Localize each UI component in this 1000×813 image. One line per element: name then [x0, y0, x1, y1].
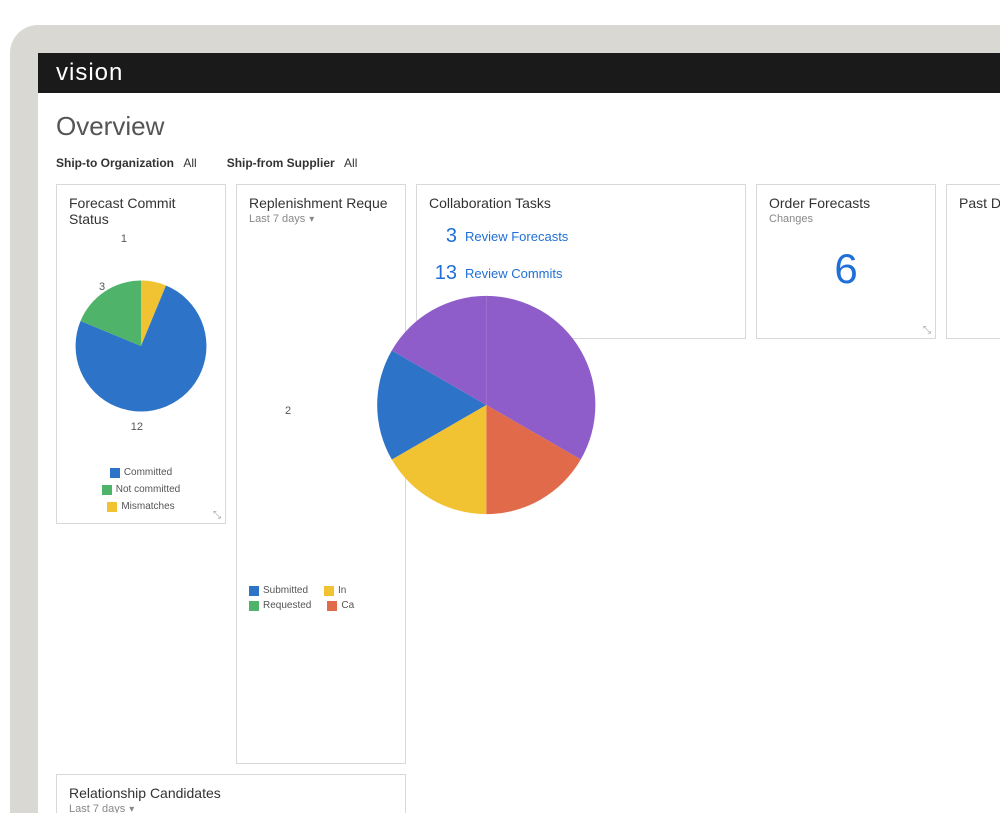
chart-legend: Committed Not committed Mismatches — [69, 467, 213, 512]
pie-label: 2 — [285, 405, 291, 417]
page-content: Overview Ship-to Organization All Ship-f… — [38, 111, 1000, 813]
legend-item[interactable]: Committed — [110, 467, 172, 478]
pie-chart-partial[interactable]: 2 — [279, 285, 423, 525]
pie-label: 1 — [121, 233, 127, 245]
metric-value[interactable]: 3 — [959, 231, 1000, 279]
card-title: Relationship Candidates — [69, 785, 393, 801]
task-label: Review Commits — [465, 266, 563, 281]
card-filter-dropdown[interactable]: Last 7 days — [249, 213, 393, 225]
resize-icon[interactable]: ⤡ — [923, 325, 931, 336]
card-forecast-commit-status: Forecast Commit Status 1 3 12 Com — [56, 184, 226, 524]
pie-label: 12 — [131, 421, 143, 433]
card-relationship-candidates: Relationship Candidates Last 7 days Unpr… — [56, 774, 406, 813]
card-grid: Collaboration Tasks 3 Review Forecasts 1… — [56, 184, 1000, 813]
app-screen: vision Overview Ship-to Organization All… — [38, 53, 1000, 813]
legend-label: Ca — [341, 600, 354, 611]
card-replenishment-requests: Replenishment Reque Last 7 days — [236, 184, 406, 764]
legend-label: Not committed — [116, 484, 180, 495]
task-count: 13 — [429, 262, 457, 285]
card-title: Collaboration Tasks — [429, 195, 733, 211]
filter-ship-to[interactable]: Ship-to Organization All — [56, 156, 197, 170]
task-review-commits[interactable]: 13 Review Commits — [429, 262, 733, 285]
filter-ship-from[interactable]: Ship-from Supplier All — [227, 156, 358, 170]
legend-label: In — [338, 585, 346, 596]
legend-label: Mismatches — [121, 501, 174, 512]
pie-chart[interactable]: 1 3 12 — [69, 231, 213, 461]
filter-label: Ship-from Supplier — [227, 156, 335, 170]
card-title: Past Due Commits — [959, 195, 1000, 211]
resize-icon[interactable]: ⤡ — [213, 510, 221, 521]
legend-item[interactable]: Mismatches — [107, 501, 174, 512]
legend-item[interactable]: Requested — [249, 600, 311, 611]
pie-label: 3 — [99, 281, 105, 293]
card-past-due-commits: Past Due Commits 3 — [946, 184, 1000, 339]
device-frame: vision Overview Ship-to Organization All… — [10, 25, 1000, 813]
app-header: vision — [38, 53, 1000, 93]
legend-label: Requested — [263, 600, 311, 611]
legend-label: Submitted — [263, 585, 308, 596]
card-order-forecasts: Order Forecasts Changes 6 ⤡ — [756, 184, 936, 339]
task-count: 3 — [429, 225, 457, 248]
page-title: Overview — [56, 111, 1000, 142]
filter-label: Ship-to Organization — [56, 156, 174, 170]
filter-value: All — [183, 156, 196, 170]
legend-item[interactable]: Submitted — [249, 585, 308, 596]
metric-value[interactable]: 6 — [769, 245, 923, 293]
card-title: Order Forecasts — [769, 195, 923, 211]
filter-bar: Ship-to Organization All Ship-from Suppl… — [56, 156, 1000, 170]
filter-value: All — [344, 156, 357, 170]
card-title: Replenishment Reque — [249, 195, 393, 211]
legend-label: Committed — [124, 467, 172, 478]
card-title: Forecast Commit Status — [69, 195, 213, 227]
card-subtitle: Changes — [769, 213, 923, 225]
app-name: vision — [56, 59, 123, 86]
task-review-forecasts[interactable]: 3 Review Forecasts — [429, 225, 733, 248]
task-label: Review Forecasts — [465, 229, 568, 244]
legend-item[interactable]: Ca — [327, 600, 354, 611]
legend-item[interactable]: In — [324, 585, 346, 596]
chart-legend: Submitted In Requested Ca — [249, 585, 393, 611]
legend-item[interactable]: Not committed — [102, 484, 180, 495]
